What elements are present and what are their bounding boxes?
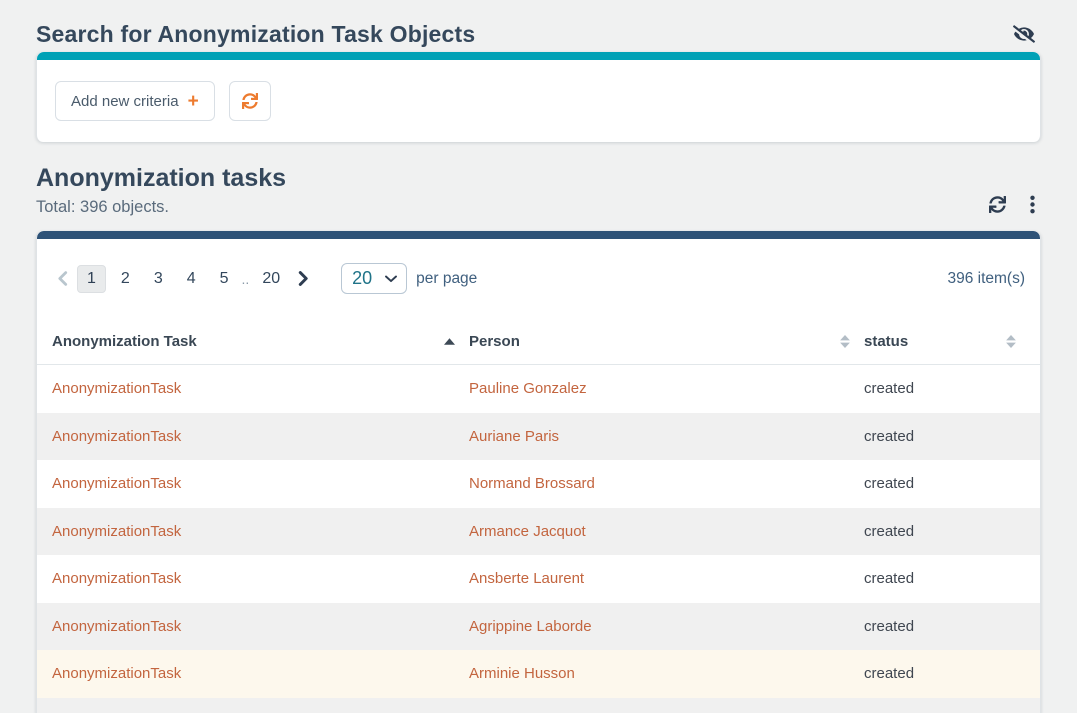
page-title: Search for Anonymization Task Objects	[36, 21, 475, 48]
task-link[interactable]: AnonymizationTask	[52, 618, 469, 635]
search-panel-header: Search for Anonymization Task Objects	[36, 0, 1041, 52]
results-total: Total: 396 objects.	[36, 197, 286, 217]
column-label: Anonymization Task	[52, 333, 197, 350]
status-cell: created	[864, 618, 1030, 635]
card-accent-bar	[37, 52, 1040, 60]
column-header-status[interactable]: status	[864, 318, 1030, 364]
reset-criteria-button[interactable]	[229, 81, 271, 121]
results-header: Anonymization tasks Total: 396 objects.	[36, 163, 1041, 217]
pagination-page[interactable]: 5	[211, 266, 238, 292]
card-accent-bar	[37, 231, 1040, 239]
task-link[interactable]: AnonymizationTask	[52, 523, 469, 540]
table-row: AnonymizationTask Agrippine Laborde crea…	[37, 603, 1040, 651]
results-heading-block: Anonymization tasks Total: 396 objects.	[36, 163, 286, 217]
kebab-menu-button[interactable]	[1030, 195, 1035, 214]
person-link[interactable]: Agrippine Laborde	[469, 618, 864, 635]
column-label: Person	[469, 333, 520, 350]
column-label: status	[864, 333, 908, 350]
plus-icon: +	[188, 92, 199, 111]
results-heading: Anonymization tasks	[36, 163, 286, 193]
refresh-results-button[interactable]	[989, 196, 1006, 213]
status-cell: created	[864, 665, 1030, 682]
task-link[interactable]: AnonymizationTask	[52, 665, 469, 682]
table-row: AnonymizationTask Normand Brossard creat…	[37, 460, 1040, 508]
pagination-page-active[interactable]: 1	[77, 265, 106, 293]
table-header-row: Anonymization Task Person status	[37, 318, 1040, 365]
eye-slash-icon[interactable]	[1013, 25, 1035, 43]
task-link[interactable]: AnonymizationTask	[52, 428, 469, 445]
chevron-right-icon[interactable]	[292, 271, 315, 286]
chevron-left-icon[interactable]	[51, 271, 74, 286]
pagination-page[interactable]: 3	[145, 266, 172, 292]
status-cell: created	[864, 380, 1030, 397]
table-row: AnonymizationTask Auriane Paris created	[37, 413, 1040, 461]
pagination: 1 2 3 4 5 .. 20 20 per page 396 item(s)	[37, 239, 1040, 318]
task-link[interactable]: AnonymizationTask	[52, 380, 469, 397]
table-row: AnonymizationTask Pauline Gonzalez creat…	[37, 365, 1040, 413]
status-cell: created	[864, 475, 1030, 492]
sort-icon	[840, 335, 850, 348]
table-row: AnonymizationTask Ansberte Laurent creat…	[37, 555, 1040, 603]
pagination-page[interactable]: 4	[178, 266, 205, 292]
sync-icon	[242, 93, 258, 109]
items-count: 396 item(s)	[947, 270, 1025, 288]
person-link[interactable]: Auriane Paris	[469, 428, 864, 445]
person-link[interactable]: Normand Brossard	[469, 475, 864, 492]
add-criteria-label: Add new criteria	[71, 93, 179, 110]
table-row-partial	[37, 698, 1040, 713]
chevron-down-icon	[385, 275, 397, 283]
task-link[interactable]: AnonymizationTask	[52, 570, 469, 587]
criteria-body: Add new criteria +	[37, 60, 1040, 142]
column-header-person[interactable]: Person	[469, 318, 864, 364]
add-criteria-button[interactable]: Add new criteria +	[55, 81, 215, 121]
column-header-anonymization-task[interactable]: Anonymization Task	[52, 318, 469, 364]
sort-icon	[1006, 335, 1016, 348]
table-row-highlighted: AnonymizationTask Arminie Husson created	[37, 650, 1040, 698]
table-row: AnonymizationTask Armance Jacquot create…	[37, 508, 1040, 556]
results-table-card: 1 2 3 4 5 .. 20 20 per page 396 item(s) …	[36, 231, 1041, 713]
pagination-page[interactable]: 2	[112, 266, 139, 292]
page: Search for Anonymization Task Objects Ad…	[0, 0, 1077, 713]
per-page-label: per page	[416, 270, 477, 288]
search-criteria-card: Add new criteria +	[36, 52, 1041, 142]
status-cell: created	[864, 523, 1030, 540]
person-link[interactable]: Arminie Husson	[469, 665, 864, 682]
person-link[interactable]: Ansberte Laurent	[469, 570, 864, 587]
per-page-value: 20	[352, 268, 372, 289]
per-page-select[interactable]: 20	[341, 263, 407, 294]
status-cell: created	[864, 570, 1030, 587]
task-link[interactable]: AnonymizationTask	[52, 475, 469, 492]
pagination-page[interactable]: 20	[253, 266, 289, 292]
person-link[interactable]: Pauline Gonzalez	[469, 380, 864, 397]
results-actions	[989, 195, 1035, 217]
person-link[interactable]: Armance Jacquot	[469, 523, 864, 540]
status-cell: created	[864, 428, 1030, 445]
sort-asc-icon	[444, 338, 455, 345]
pagination-ellipsis: ..	[242, 271, 250, 287]
